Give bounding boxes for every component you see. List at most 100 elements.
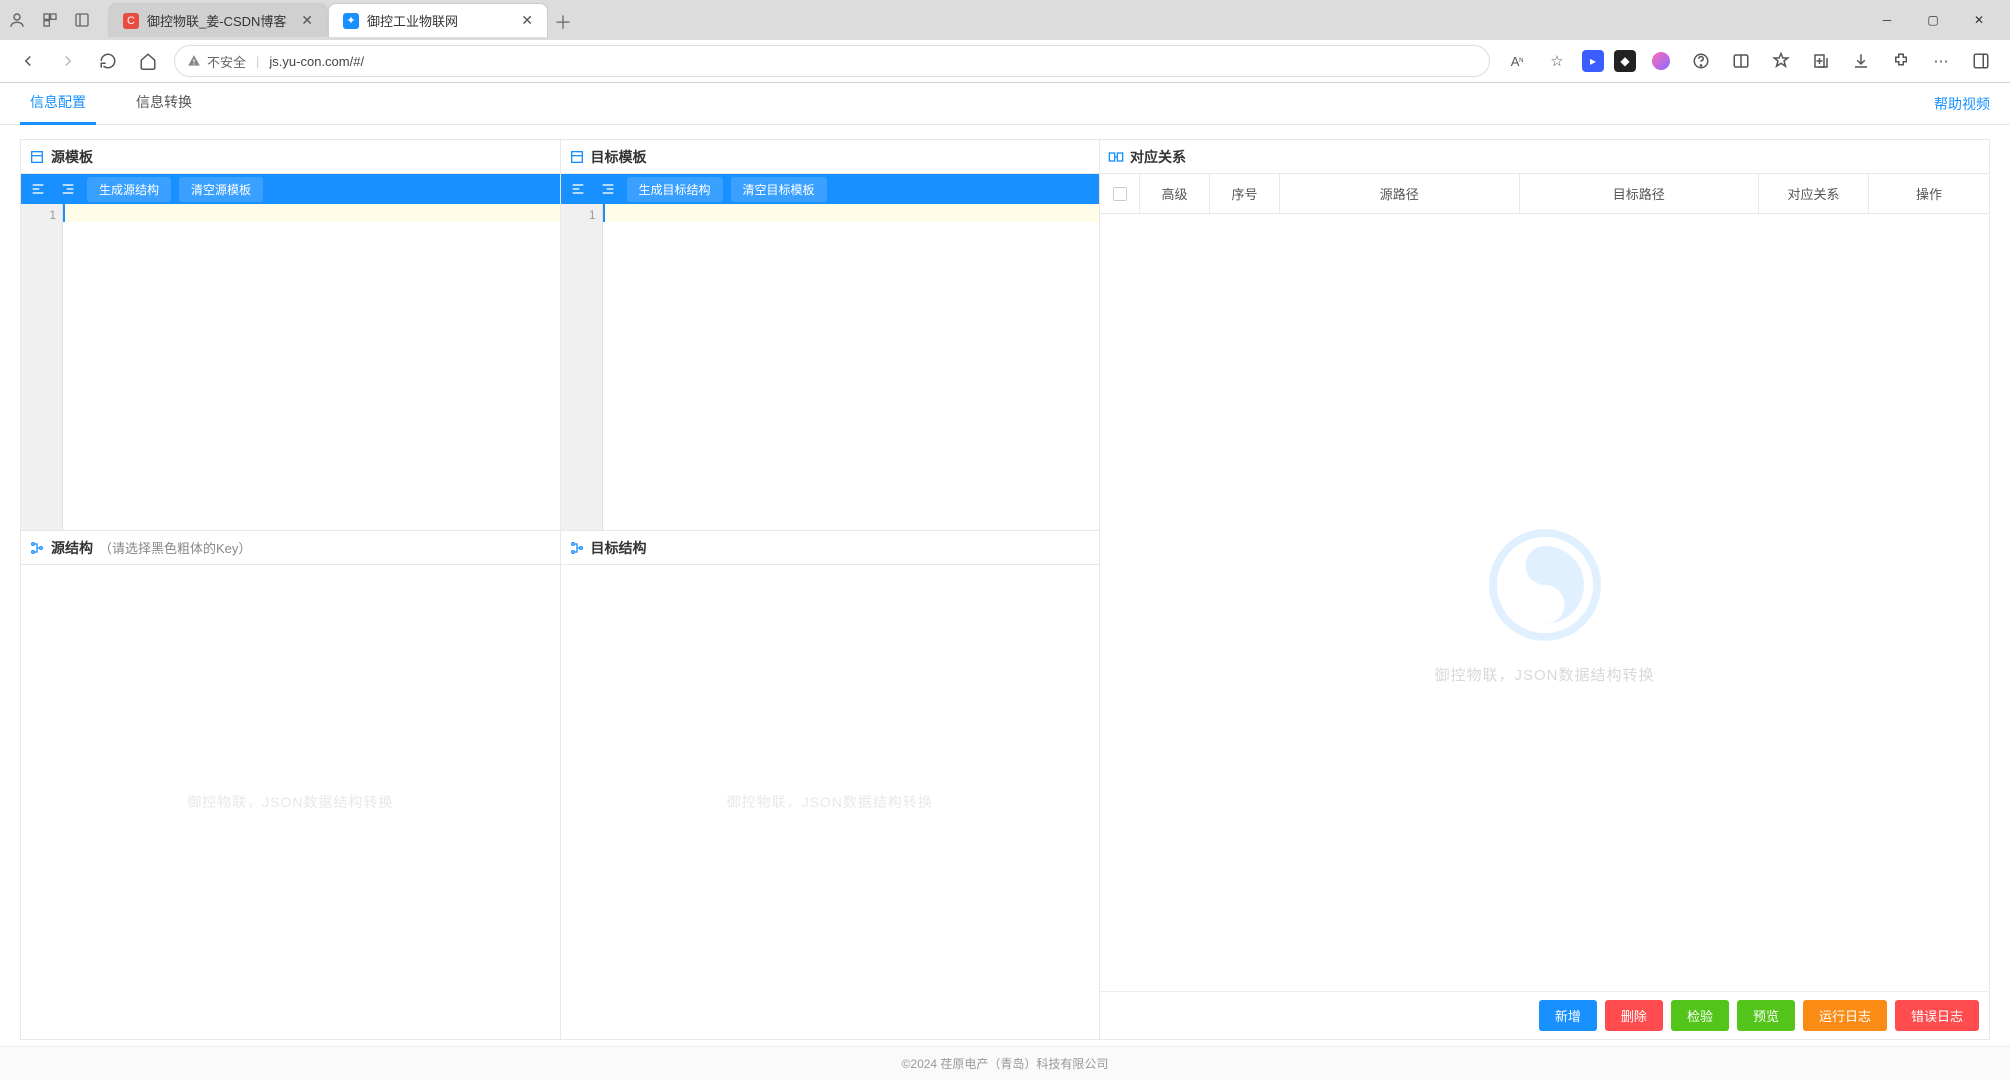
clear-source-button[interactable]: 清空源模板: [179, 177, 263, 202]
col-relation: 对应关系: [1759, 174, 1869, 213]
text-size-icon[interactable]: Aᴺ: [1502, 46, 1532, 76]
tabs: C 御控物联_姜-CSDN博客 ✕ ✦ 御控工业物联网 ✕ ＋: [108, 3, 578, 37]
generate-target-button[interactable]: 生成目标结构: [627, 177, 723, 202]
favicon-icon: C: [123, 13, 139, 29]
nav-tab-config[interactable]: 信息配置: [20, 83, 96, 125]
generate-source-button[interactable]: 生成源结构: [87, 177, 171, 202]
relation-column: 对应关系 高级 序号 源路径 目标路径 对应关系 操作 御控物联，JSON数据结…: [1100, 139, 1990, 1040]
template-row: 源模板 生成源结构 清空源模板 1: [21, 140, 1099, 530]
indent-left-icon[interactable]: [27, 178, 49, 200]
window-controls: ─ ▢ ✕: [1864, 4, 2002, 36]
target-editor[interactable]: 1: [561, 204, 1100, 530]
preview-button[interactable]: 预览: [1737, 1000, 1795, 1031]
nav-tabs: 信息配置 信息转换 帮助视频: [0, 83, 2010, 125]
back-button[interactable]: [14, 47, 42, 75]
runlog-button[interactable]: 运行日志: [1803, 1000, 1887, 1031]
footer: ©2024 荏原电产（青岛）科技有限公司: [0, 1046, 2010, 1080]
add-button[interactable]: 新增: [1539, 1000, 1597, 1031]
collections-icon[interactable]: [1806, 46, 1836, 76]
source-structure-panel: 源结构 （请选择黑色粗体的Key） 御控物联，JSON数据结构转换: [21, 530, 561, 1039]
col-advanced: 高级: [1140, 174, 1210, 213]
favorites-icon[interactable]: [1766, 46, 1796, 76]
action-buttons: 新增 删除 检验 预览 运行日志 错误日志: [1100, 991, 1989, 1039]
nav-tab-convert[interactable]: 信息转换: [126, 83, 202, 125]
panel-icon[interactable]: [1966, 46, 1996, 76]
ext2-icon[interactable]: ◆: [1614, 50, 1636, 72]
security-label: 不安全: [207, 52, 246, 71]
editor-code[interactable]: [603, 204, 1100, 530]
address-bar: 不安全 | js.yu-con.com/#/ Aᴺ ☆ ▸ ◆ ⋯: [0, 40, 2010, 82]
delete-button[interactable]: 删除: [1605, 1000, 1663, 1031]
sidebar-icon[interactable]: [74, 12, 90, 28]
col-source-path: 源路径: [1280, 174, 1520, 213]
close-icon[interactable]: ✕: [301, 12, 313, 29]
tab-title: 御控工业物联网: [367, 11, 513, 30]
checkbox-icon[interactable]: [1113, 187, 1127, 201]
menu-icon[interactable]: ⋯: [1926, 46, 1956, 76]
source-editor[interactable]: 1: [21, 204, 560, 530]
ext1-icon[interactable]: ▸: [1582, 50, 1604, 72]
source-toolbar: 生成源结构 清空源模板: [21, 174, 560, 204]
col-action: 操作: [1869, 174, 1989, 213]
refresh-button[interactable]: [94, 47, 122, 75]
errorlog-button[interactable]: 错误日志: [1895, 1000, 1979, 1031]
indent-right-icon[interactable]: [57, 178, 79, 200]
ext4-icon[interactable]: [1686, 46, 1716, 76]
template-icon: [569, 149, 585, 165]
clear-target-button[interactable]: 清空目标模板: [731, 177, 827, 202]
tab-title: 御控物联_姜-CSDN博客: [147, 11, 293, 30]
left-column: 源模板 生成源结构 清空源模板 1: [20, 139, 1100, 1040]
forward-button[interactable]: [54, 47, 82, 75]
indent-right-icon[interactable]: [597, 178, 619, 200]
target-template-panel: 目标模板 生成目标结构 清空目标模板 1: [561, 140, 1100, 530]
editor-code[interactable]: [63, 204, 560, 530]
favorite-icon[interactable]: ☆: [1542, 46, 1572, 76]
relation-body: 御控物联，JSON数据结构转换: [1100, 214, 1989, 991]
col-target-path: 目标路径: [1520, 174, 1760, 213]
split-icon[interactable]: [1726, 46, 1756, 76]
editor-gutter: 1: [561, 204, 603, 530]
ext3-icon[interactable]: [1646, 46, 1676, 76]
help-video-link[interactable]: 帮助视频: [1934, 94, 1990, 114]
source-structure-body: 御控物联，JSON数据结构转换: [21, 565, 560, 1039]
new-tab-button[interactable]: ＋: [548, 7, 578, 37]
workspace-icon[interactable]: [42, 12, 58, 28]
check-button[interactable]: 检验: [1671, 1000, 1729, 1031]
extensions-icon[interactable]: [1886, 46, 1916, 76]
tab-yukon[interactable]: ✦ 御控工业物联网 ✕: [328, 3, 548, 37]
home-button[interactable]: [134, 47, 162, 75]
panel-title: 对应关系: [1130, 147, 1186, 167]
panel-title: 源模板: [51, 147, 93, 167]
panel-title: 目标模板: [591, 147, 647, 167]
col-index: 序号: [1210, 174, 1280, 213]
tab-csdn[interactable]: C 御控物联_姜-CSDN博客 ✕: [108, 3, 328, 37]
watermark-text: 御控物联，JSON数据结构转换: [187, 792, 393, 812]
security-warning: 不安全: [187, 52, 246, 71]
indent-left-icon[interactable]: [567, 178, 589, 200]
watermark-text: 御控物联，JSON数据结构转换: [727, 792, 933, 812]
profile-icon[interactable]: [8, 11, 26, 29]
workarea: 源模板 生成源结构 清空源模板 1: [0, 125, 2010, 1046]
download-icon[interactable]: [1846, 46, 1876, 76]
favicon-icon: ✦: [343, 13, 359, 29]
watermark-text: 御控物联，JSON数据结构转换: [1434, 664, 1654, 685]
panel-hint: （请选择黑色粗体的Key）: [99, 538, 251, 557]
maximize-button[interactable]: ▢: [1910, 4, 1956, 36]
target-structure-body: 御控物联，JSON数据结构转换: [561, 565, 1100, 1039]
url-input[interactable]: 不安全 | js.yu-con.com/#/: [174, 45, 1490, 77]
panel-title: 目标结构: [591, 538, 647, 558]
col-checkbox[interactable]: [1100, 174, 1140, 213]
tab-bar: C 御控物联_姜-CSDN博客 ✕ ✦ 御控工业物联网 ✕ ＋ ─ ▢ ✕: [0, 0, 2010, 40]
close-window-button[interactable]: ✕: [1956, 4, 2002, 36]
minimize-button[interactable]: ─: [1864, 4, 1910, 36]
toolbar-icons: Aᴺ ☆ ▸ ◆ ⋯: [1502, 46, 1996, 76]
watermark-logo-icon: [1480, 520, 1610, 650]
page-content: 信息配置 信息转换 帮助视频 源模板 生成源结构 清空源模板: [0, 83, 2010, 1080]
close-icon[interactable]: ✕: [521, 12, 533, 29]
target-structure-panel: 目标结构 御控物联，JSON数据结构转换: [561, 530, 1100, 1039]
panel-title: 源结构: [51, 538, 93, 558]
relation-table-header: 高级 序号 源路径 目标路径 对应关系 操作: [1100, 174, 1989, 214]
relation-icon: [1108, 149, 1124, 165]
browser-chrome: C 御控物联_姜-CSDN博客 ✕ ✦ 御控工业物联网 ✕ ＋ ─ ▢ ✕ 不安…: [0, 0, 2010, 83]
structure-row: 源结构 （请选择黑色粗体的Key） 御控物联，JSON数据结构转换 目标结构 御…: [21, 530, 1099, 1039]
